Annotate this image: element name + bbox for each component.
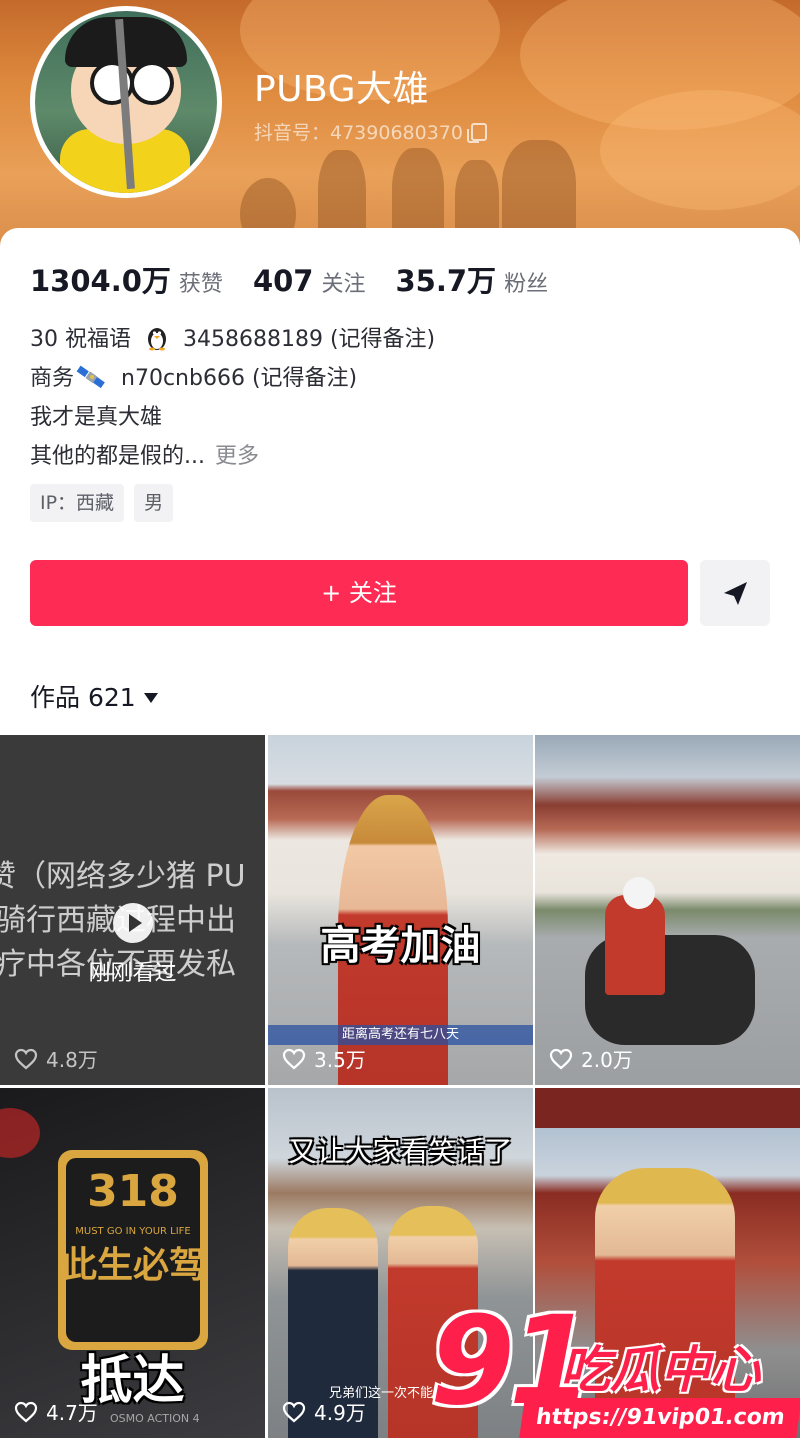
rider xyxy=(605,895,665,995)
stat-label: 粉丝 xyxy=(504,272,549,297)
video-caption: 又让大家看笑话了 xyxy=(288,1135,513,1168)
works-label: 作品 xyxy=(30,683,81,712)
avatar[interactable] xyxy=(30,6,222,198)
tail-light xyxy=(0,1108,40,1158)
bio-more-link[interactable]: 更多 xyxy=(215,444,259,469)
plate-number: 318 xyxy=(87,1166,179,1217)
likes-count: 4.7万 xyxy=(46,1401,98,1425)
likes-count: 4.8万 xyxy=(46,1048,98,1072)
satellite-icon xyxy=(76,365,105,389)
bio-text: 3458688189 (记得备注) xyxy=(183,327,436,352)
video-likes: 4.9万 xyxy=(282,1397,366,1426)
bio-text: 30 祝福语 xyxy=(30,327,131,352)
profile-stats: 1304.0万 获赞 407 关注 35.7万 粉丝 xyxy=(30,258,578,298)
bio-line: 商务 n70cnb666 (记得备注) xyxy=(30,359,435,398)
stat-value: 407 xyxy=(252,264,314,298)
helmet xyxy=(623,877,655,909)
penguin-icon xyxy=(148,328,166,351)
site-watermark: 91 吃瓜中心 https://91vip01.com xyxy=(430,1290,800,1456)
likes-count: 2.0万 xyxy=(581,1048,633,1072)
camera-watermark: OSMO ACTION 4 xyxy=(110,1412,200,1425)
play-icon xyxy=(113,903,153,943)
profile-nickname: PUBG大雄 xyxy=(254,69,430,110)
likes-count: 3.5万 xyxy=(314,1048,366,1072)
follow-button[interactable]: + 关注 xyxy=(30,560,688,626)
works-count: 621 xyxy=(87,683,136,712)
watermark-url: https://91vip01.com xyxy=(519,1398,800,1438)
overlay-line: 赞（网络多少猪 PU xyxy=(0,859,246,894)
gender-tag: 男 xyxy=(134,484,174,522)
bio-line: 我才是真大雄 xyxy=(30,398,435,437)
banner-cloud xyxy=(600,90,800,210)
video-likes: 4.8万 xyxy=(14,1044,98,1073)
video-subtitle: 距离高考还有七八天 xyxy=(268,1025,533,1045)
heart-icon xyxy=(282,1048,306,1069)
profile-card xyxy=(0,228,800,738)
works-tab[interactable]: 作品 621 xyxy=(30,678,158,714)
gate-roof xyxy=(535,1088,800,1128)
douyin-id[interactable]: 抖音号：47390680370 xyxy=(254,118,487,145)
video-likes: 2.0万 xyxy=(549,1044,633,1073)
video-thumbnail[interactable]: 赞（网络多少猪 PU 骑行西藏过程中出 疗中各位不要发私 刚刚看过 4.8万 xyxy=(0,735,265,1085)
bio-line: 其他的都是假的... 更多 xyxy=(30,437,435,476)
video-likes: 3.5万 xyxy=(282,1044,366,1073)
recently-watched-label: 刚刚看过 xyxy=(88,961,177,986)
copy-icon[interactable] xyxy=(466,123,487,143)
bio-line: 30 祝福语 3458688189 (记得备注) xyxy=(30,320,435,359)
heart-icon xyxy=(14,1401,38,1422)
bio-text: 商务 xyxy=(30,366,75,391)
video-thumbnail[interactable]: 2.0万 xyxy=(535,735,800,1085)
stat-label: 关注 xyxy=(321,272,366,297)
ip-tag: IP：西藏 xyxy=(30,484,125,522)
video-thumbnail[interactable]: 318 MUST GO IN YOUR LIFE 此生必驾 抵达 OSMO AC… xyxy=(0,1088,265,1438)
stat-value: 1304.0万 xyxy=(30,264,171,298)
send-icon xyxy=(724,582,747,605)
bio-text: 其他的都是假的... xyxy=(30,444,205,469)
watermark-text: 吃瓜中心 xyxy=(560,1341,760,1399)
bio-text: n70cnb666 (记得备注) xyxy=(121,366,358,391)
route-plate: 318 MUST GO IN YOUR LIFE 此生必驾 xyxy=(58,1150,208,1350)
stat-label: 获赞 xyxy=(178,272,223,297)
bio-text: 我才是真大雄 xyxy=(30,405,163,430)
stat-likes[interactable]: 1304.0万 获赞 xyxy=(30,258,223,300)
likes-count: 4.9万 xyxy=(314,1401,366,1425)
douyin-id-text: 抖音号：47390680370 xyxy=(254,122,463,144)
stat-value: 35.7万 xyxy=(395,264,497,298)
stat-followers[interactable]: 35.7万 粉丝 xyxy=(396,258,549,300)
video-caption: 高考加油 xyxy=(320,923,481,969)
heart-icon xyxy=(282,1401,306,1422)
profile-bio[interactable]: 30 祝福语 3458688189 (记得备注) 商务 n70cnb666 (记… xyxy=(30,320,435,476)
plate-slogan: MUST GO IN YOUR LIFE xyxy=(75,1226,191,1237)
profile-tags: IP：西藏 男 xyxy=(30,484,183,522)
avatar-image xyxy=(35,11,217,193)
video-likes: 4.7万 xyxy=(14,1397,98,1426)
heart-icon xyxy=(549,1048,573,1069)
plate-text: 此生必驾 xyxy=(60,1245,205,1286)
caret-down-icon xyxy=(143,693,158,703)
heart-icon xyxy=(14,1048,38,1069)
stat-following[interactable]: 407 关注 xyxy=(253,264,366,298)
share-button[interactable] xyxy=(700,560,770,626)
video-thumbnail[interactable]: 高考加油 距离高考还有七八天 3.5万 xyxy=(268,735,533,1085)
